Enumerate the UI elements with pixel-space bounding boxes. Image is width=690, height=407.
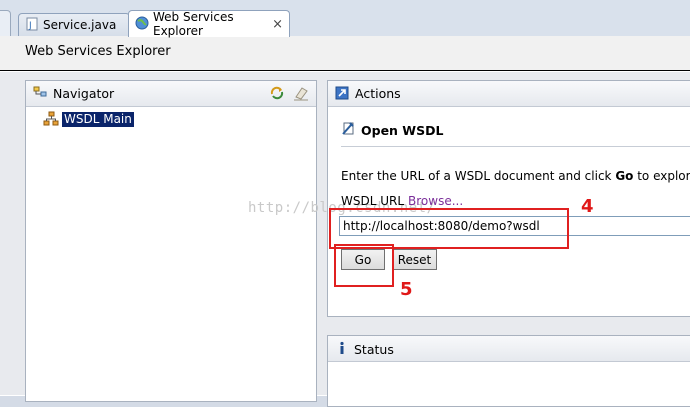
- java-file-icon: J: [25, 17, 39, 34]
- annotation-step-5: 5: [400, 279, 413, 300]
- actions-titlebar: Actions: [328, 81, 690, 107]
- svg-text:J: J: [28, 21, 32, 31]
- annotation-step-4: 4: [581, 196, 594, 217]
- tab-web-services-explorer[interactable]: Web Services Explorer ×: [128, 10, 290, 38]
- instruction-text: Enter the URL of a WSDL document and cli…: [341, 169, 690, 183]
- browse-link[interactable]: Browse...: [408, 194, 463, 208]
- tab-service-java[interactable]: J Service.java: [18, 13, 130, 36]
- actions-title: Actions: [355, 86, 401, 101]
- clear-eraser-icon[interactable]: [293, 85, 309, 104]
- reset-button[interactable]: Reset: [392, 249, 437, 270]
- status-title: Status: [354, 342, 394, 357]
- tab-label: Web Services Explorer: [153, 10, 234, 38]
- annotation-box-go: [334, 244, 394, 287]
- wsdl-tree-icon: [43, 111, 59, 130]
- collapsed-view-stub[interactable]: [0, 10, 11, 38]
- url-label-row: WSDL URL Browse...: [341, 194, 463, 208]
- instruction-post: to explore.: [637, 169, 690, 183]
- open-wsdl-icon: [341, 120, 357, 139]
- wsdl-url-label: WSDL URL: [341, 194, 405, 208]
- navigator-titlebar: Navigator: [26, 81, 316, 107]
- info-icon: [338, 341, 346, 358]
- section-divider: [341, 146, 690, 147]
- page-title: Web Services Explorer: [25, 44, 171, 59]
- section-title-open-wsdl: Open WSDL: [361, 123, 444, 138]
- close-icon[interactable]: ×: [272, 17, 283, 32]
- instruction-go-bold: Go: [615, 169, 634, 183]
- navigator-title: Navigator: [53, 86, 115, 101]
- instruction-pre: Enter the URL of a WSDL document and cli…: [341, 169, 616, 183]
- actions-icon: [335, 86, 349, 103]
- tree-item-wsdl-main[interactable]: WSDL Main: [62, 112, 134, 127]
- annotation-box-url: [329, 208, 569, 249]
- navigator-pane: Navigator: [25, 80, 317, 402]
- refresh-icon[interactable]: [269, 85, 285, 104]
- globe-icon: [135, 16, 149, 33]
- navigator-icon: [33, 86, 48, 103]
- explorer-header: Web Services Explorer: [0, 36, 690, 71]
- tab-label: Service.java: [43, 18, 117, 32]
